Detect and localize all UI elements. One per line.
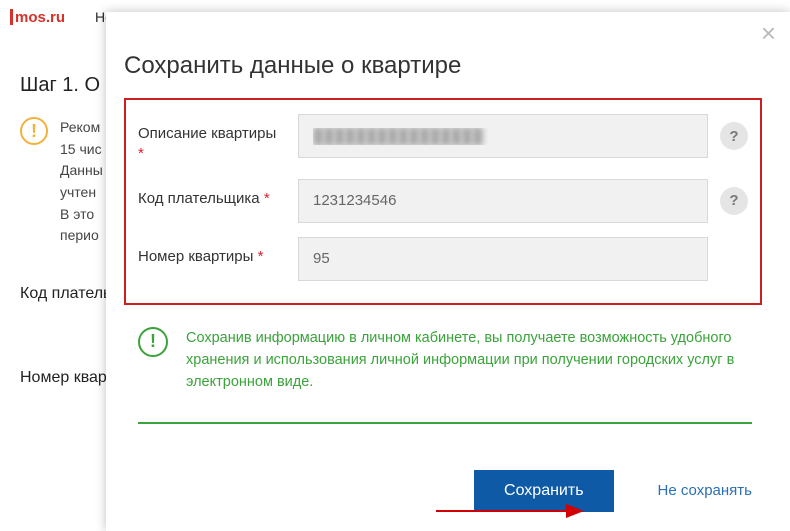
modal-overlay: × Сохранить данные о квартире Описание к…	[0, 0, 790, 531]
modal-actions: Сохранить Не сохранять	[124, 470, 762, 512]
help-icon[interactable]: ?	[720, 187, 748, 215]
required-mark: *	[138, 145, 144, 162]
save-button[interactable]: Сохранить	[474, 470, 614, 512]
label-payer-text: Код плательщика	[138, 190, 260, 207]
modal-title: Сохранить данные о квартире	[124, 52, 762, 80]
info-block: ! Сохранив информацию в личном кабинете,…	[138, 327, 752, 424]
info-text: Сохранив информацию в личном кабинете, в…	[186, 327, 752, 394]
row-apartment: Номер квартиры * ?	[138, 237, 748, 281]
input-apartment-number[interactable]	[298, 237, 708, 281]
required-mark: *	[264, 190, 270, 207]
form-highlight-box: Описание квартиры * ? Код плательщика * …	[124, 98, 762, 305]
input-description[interactable]	[298, 114, 708, 158]
close-icon[interactable]: ×	[761, 22, 776, 44]
help-icon[interactable]: ?	[720, 122, 748, 150]
save-apartment-modal: × Сохранить данные о квартире Описание к…	[106, 12, 790, 531]
label-apartment: Номер квартиры *	[138, 237, 286, 267]
cancel-link[interactable]: Не сохранять	[658, 482, 752, 499]
input-payer-code[interactable]	[298, 179, 708, 223]
info-icon: !	[138, 327, 168, 357]
required-mark: *	[258, 248, 264, 265]
row-description: Описание квартиры * ?	[138, 114, 748, 165]
label-payer: Код плательщика *	[138, 179, 286, 209]
label-description: Описание квартиры *	[138, 114, 286, 165]
label-description-text: Описание квартиры	[138, 125, 276, 142]
label-apartment-text: Номер квартиры	[138, 248, 253, 265]
row-payer: Код плательщика * ?	[138, 179, 748, 223]
